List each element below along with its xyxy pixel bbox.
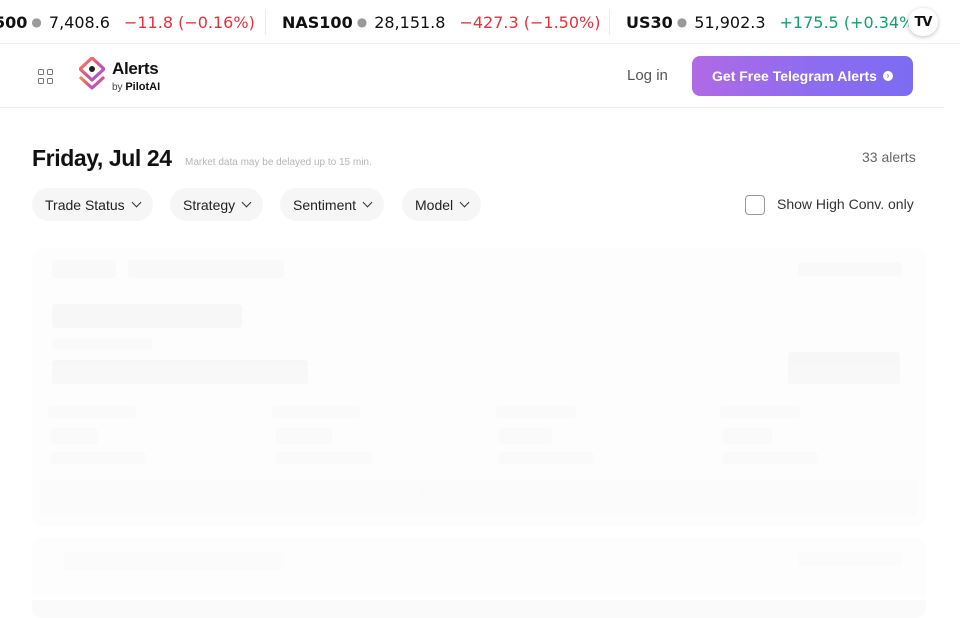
filter-label: Model xyxy=(415,196,454,213)
high-conv-label[interactable]: Show High Conv. only xyxy=(777,196,914,212)
filter-sentiment[interactable]: Sentiment xyxy=(280,188,385,221)
skeleton-line xyxy=(52,260,116,278)
pilotai-logo[interactable] xyxy=(79,57,105,95)
filter-label: Trade Status xyxy=(45,196,125,213)
brand-title: Alerts xyxy=(112,59,159,78)
skeleton-line xyxy=(48,406,136,418)
chevron-down-icon xyxy=(459,197,470,208)
filter-label: Sentiment xyxy=(293,196,357,213)
chevron-down-icon xyxy=(362,197,373,208)
high-conv-checkbox[interactable] xyxy=(745,195,765,215)
skeleton-line xyxy=(798,552,902,566)
alert-count: 33 alerts xyxy=(862,149,916,165)
market-ticker: 500 ● 7,408.6 −11.8 (−0.16%) NAS100 ● 28… xyxy=(0,0,960,44)
skeleton-button xyxy=(788,352,900,384)
ticker-symbol: 500 xyxy=(0,12,28,32)
cta-label: Get Free Telegram Alerts xyxy=(712,68,877,84)
skeleton-line xyxy=(276,452,372,464)
chevron-down-icon xyxy=(241,197,252,208)
ticker-price: 51,902.3 xyxy=(694,12,766,32)
skeleton-line xyxy=(128,260,284,278)
ticker-symbol: US30 xyxy=(626,12,673,32)
filter-label: Strategy xyxy=(183,196,236,213)
skeleton-line xyxy=(722,452,818,464)
ticker-change: −427.3 (−1.50%) xyxy=(459,12,601,32)
ticker-symbol: NAS100 xyxy=(282,12,353,32)
ticker-dot: ● xyxy=(676,15,688,29)
skeleton-line xyxy=(498,428,552,444)
ticker-item-nas100[interactable]: NAS100 ● 28,151.8 −427.3 (−1.50%) xyxy=(282,0,601,43)
skeleton-line xyxy=(50,452,146,464)
skeleton-line xyxy=(52,360,308,384)
ticker-change: +175.5 (+0.34%) xyxy=(779,12,921,32)
tradingview-badge[interactable]: TV xyxy=(908,8,938,36)
chevron-down-icon xyxy=(131,197,142,208)
site-header: Alerts by PilotAI Log in Get Free Telegr… xyxy=(0,44,944,108)
ticker-price: 28,151.8 xyxy=(374,12,446,32)
skeleton-line xyxy=(64,552,284,570)
brand-byline: by PilotAI xyxy=(112,81,160,93)
skeleton-line xyxy=(496,406,576,418)
brand-by-text: by xyxy=(112,82,123,93)
ticker-divider xyxy=(265,9,266,35)
filter-trade-status[interactable]: Trade Status xyxy=(32,188,153,221)
brand-company: PilotAI xyxy=(125,81,161,93)
skeleton-line xyxy=(498,452,594,464)
ticker-divider xyxy=(609,9,610,35)
filter-model[interactable]: Model xyxy=(402,188,482,221)
skeleton-line xyxy=(52,338,152,350)
ticker-item-us30[interactable]: US30 ● 51,902.3 +175.5 (+0.34%) xyxy=(626,0,921,43)
skeleton-line xyxy=(276,428,332,444)
alert-card-skeleton xyxy=(32,538,926,618)
filter-strategy[interactable]: Strategy xyxy=(170,188,264,221)
alert-card-skeleton xyxy=(32,248,926,526)
skeleton-line xyxy=(720,406,800,418)
ticker-price: 7,408.6 xyxy=(48,12,110,32)
skeleton-line xyxy=(50,428,98,444)
login-link[interactable]: Log in xyxy=(627,67,668,84)
ticker-change: −11.8 (−0.16%) xyxy=(123,12,255,32)
telegram-alerts-button[interactable]: Get Free Telegram Alerts › xyxy=(692,56,913,96)
skeleton-line xyxy=(272,406,360,418)
apps-grid-icon[interactable] xyxy=(38,69,53,84)
ticker-item-spx[interactable]: 500 ● 7,408.6 −11.8 (−0.16%) xyxy=(0,0,255,43)
page-title: Friday, Jul 24 xyxy=(32,145,172,171)
delay-note: Market data may be delayed up to 15 min. xyxy=(185,157,372,168)
arrow-circle-icon: › xyxy=(882,71,893,81)
ticker-dot: ● xyxy=(356,15,368,29)
skeleton-line xyxy=(722,428,772,444)
skeleton-line xyxy=(798,262,902,276)
ticker-dot: ● xyxy=(31,15,42,29)
skeleton-line xyxy=(52,304,242,328)
skeleton-line xyxy=(418,488,536,502)
